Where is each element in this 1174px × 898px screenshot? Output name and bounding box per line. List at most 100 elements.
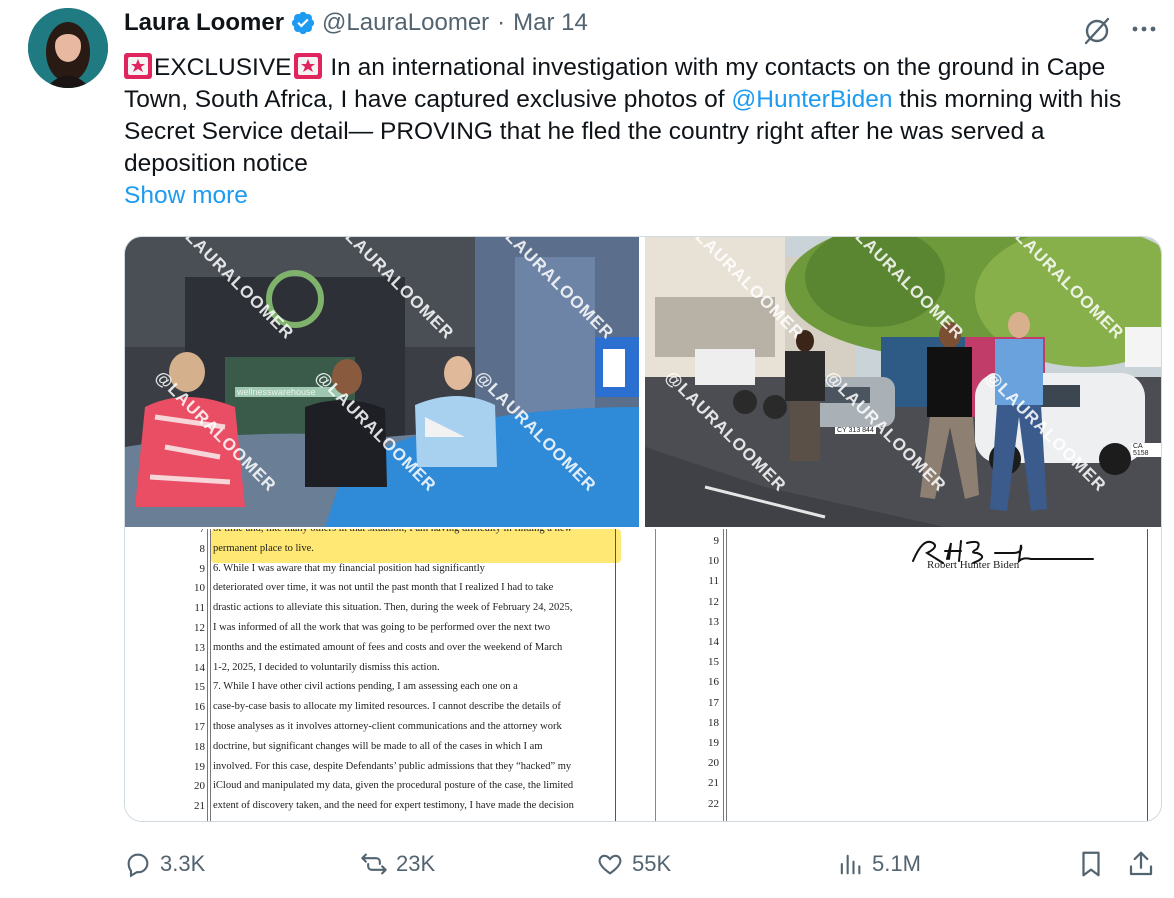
action-bar: 3.3K 23K 55K 5.1M: [0, 846, 1174, 882]
line-text: of time and, like many others in that si…: [213, 529, 609, 534]
line-text: 6. While I was aware that my financial p…: [213, 562, 485, 574]
line-text: iCloud and manipulated my data, given th…: [213, 780, 574, 792]
margin-rule: [655, 529, 656, 821]
document-line: 12 I was informed of all the work that wa…: [125, 622, 639, 642]
line-number: 19: [708, 737, 719, 749]
document-line: 19 involved. For this case, despite Defen…: [125, 761, 639, 781]
signer-name: Robert Hunter Biden: [927, 559, 1020, 571]
show-more-link[interactable]: Show more: [124, 180, 248, 212]
views-chart-icon: [840, 854, 861, 875]
like-count: 55K: [632, 851, 672, 876]
license-plate: CA 5158: [1131, 443, 1161, 457]
photo-storefront[interactable]: LAURALOOMER LAURALOOMER LAURALOOMER @LAU…: [125, 237, 639, 527]
reply-button[interactable]: 3.3K: [124, 846, 205, 882]
line-text: months and the estimated amount of fees …: [213, 641, 563, 653]
line-text: doctrine, but significant changes will b…: [213, 740, 543, 752]
line-number: 10: [194, 582, 205, 595]
mention-link[interactable]: @HunterBiden: [731, 86, 892, 113]
store-sign-text: wellnesswarehouse: [237, 387, 316, 397]
line-number: 18: [708, 716, 719, 729]
document-line: 15 7. While I have other civil actions p…: [125, 681, 639, 701]
line-text: involved. For this case, despite Defenda…: [213, 760, 572, 772]
author-handle[interactable]: @LauraLoomer: [322, 9, 489, 37]
line-text: I was informed of all the work that was …: [213, 622, 551, 633]
bookmark-icon[interactable]: [1076, 849, 1106, 879]
views-count: 5.1M: [872, 851, 921, 876]
line-text: 1-2, 2025, I decided to voluntarily dism…: [213, 661, 440, 673]
exclusive-label: EXCLUSIVE: [154, 54, 292, 81]
document-line: 20 iCloud and manipulated my data, given …: [125, 780, 639, 800]
line-number: 20: [708, 757, 719, 770]
line-number: 11: [708, 575, 719, 588]
separator-dot: ·: [497, 9, 506, 36]
repost-button[interactable]: 23K: [360, 846, 435, 882]
more-options-icon[interactable]: [1128, 14, 1160, 44]
document-line: 16 case-by-case basis to allocate my limi…: [125, 701, 639, 721]
line-text: drastic actions to alleviate this situat…: [213, 602, 573, 614]
line-text: case-by-case basis to allocate my limite…: [213, 701, 561, 713]
license-plate: CY 313 844: [835, 427, 876, 434]
repost-icon: [361, 853, 387, 875]
document-line: 9 6. While I was aware that my financial…: [125, 563, 639, 583]
line-number: 10: [708, 555, 719, 568]
document-line: 10 deteriorated over time, it was not unt…: [125, 582, 639, 602]
line-number: 22: [708, 797, 719, 810]
court-document-page[interactable]: 7 of time and, like many others in that s…: [125, 529, 639, 821]
line-text: deteriorated over time, it was not until…: [213, 582, 554, 594]
line-number: 15: [708, 656, 719, 669]
repost-count: 23K: [396, 851, 436, 876]
reply-icon: [127, 853, 149, 878]
heart-icon: [598, 854, 622, 875]
views-button[interactable]: 5.1M: [836, 846, 921, 882]
line-number: 15: [194, 681, 205, 694]
line-number: 14: [194, 661, 205, 674]
document-line: 11 drastic actions to alleviate this situ…: [125, 602, 639, 622]
reply-count: 3.3K: [160, 851, 206, 876]
document-line: 14 1-2, 2025, I decided to voluntarily di…: [125, 662, 639, 682]
line-number: 18: [194, 740, 205, 753]
share-icon[interactable]: [1126, 849, 1156, 879]
line-number: 20: [194, 780, 205, 793]
verified-badge-icon[interactable]: [290, 10, 316, 36]
line-number: 21: [194, 800, 205, 813]
line-number: 17: [194, 721, 205, 733]
line-number: 21: [708, 777, 719, 790]
media-grid[interactable]: LAURALOOMER LAURALOOMER LAURALOOMER @LAU…: [124, 236, 1162, 822]
document-line-numbers: Robert Hunter Biden 9 10 11 12 13 14 15 16 17 18 1…: [645, 529, 1161, 821]
line-number: 19: [194, 760, 205, 773]
rotating-light-emoji-icon: [293, 53, 322, 79]
document-line: 18 doctrine, but significant changes will…: [125, 741, 639, 761]
tweet-date[interactable]: Mar 14: [513, 9, 588, 37]
margin-rule: [723, 529, 724, 821]
author-name[interactable]: Laura Loomer: [124, 9, 284, 37]
rotating-light-emoji-icon: [124, 53, 152, 79]
line-number: 17: [708, 696, 719, 709]
line-text: extent of discovery taken, and the need …: [213, 800, 574, 812]
document-line: 13 months and the estimated amount of fee…: [125, 642, 639, 662]
line-number: 8: [199, 542, 206, 555]
author-avatar[interactable]: [28, 8, 108, 88]
line-number: 11: [194, 602, 205, 615]
document-line: 7 of time and, like many others in that s…: [125, 529, 639, 543]
document-line: 21 extent of discovery taken, and the nee…: [125, 800, 639, 820]
margin-rule: [726, 529, 727, 821]
document-line: 8 permanent place to live.: [125, 543, 639, 563]
margin-rule: [1147, 529, 1148, 821]
like-button[interactable]: 55K: [596, 846, 671, 882]
tweet-header: Laura Loomer @LauraLoomer · Mar 14: [124, 8, 588, 38]
line-text: those analyses as it involves attorney-c…: [213, 721, 562, 732]
line-number: 9: [199, 562, 206, 575]
line-number: 16: [194, 701, 205, 714]
line-text: 7. While I have other civil actions pend…: [213, 681, 518, 693]
photo-street[interactable]: LAURALOOMER LAURALOOMER LAURALOOMER @LAU…: [645, 237, 1161, 527]
line-text: permanent place to live.: [213, 542, 314, 554]
line-number: 13: [194, 641, 205, 654]
line-number: 9: [713, 535, 720, 547]
line-number: 16: [708, 676, 719, 689]
line-number: 12: [194, 622, 205, 634]
line-number: 7: [199, 529, 206, 535]
grok-icon[interactable]: [1082, 16, 1112, 46]
document-text: 7 of time and, like many others in that s…: [125, 529, 639, 821]
line-number: 13: [708, 615, 719, 628]
signature-document-page[interactable]: Robert Hunter Biden 9 10 11 12 13 14 15 16 17 18 1…: [645, 529, 1161, 821]
